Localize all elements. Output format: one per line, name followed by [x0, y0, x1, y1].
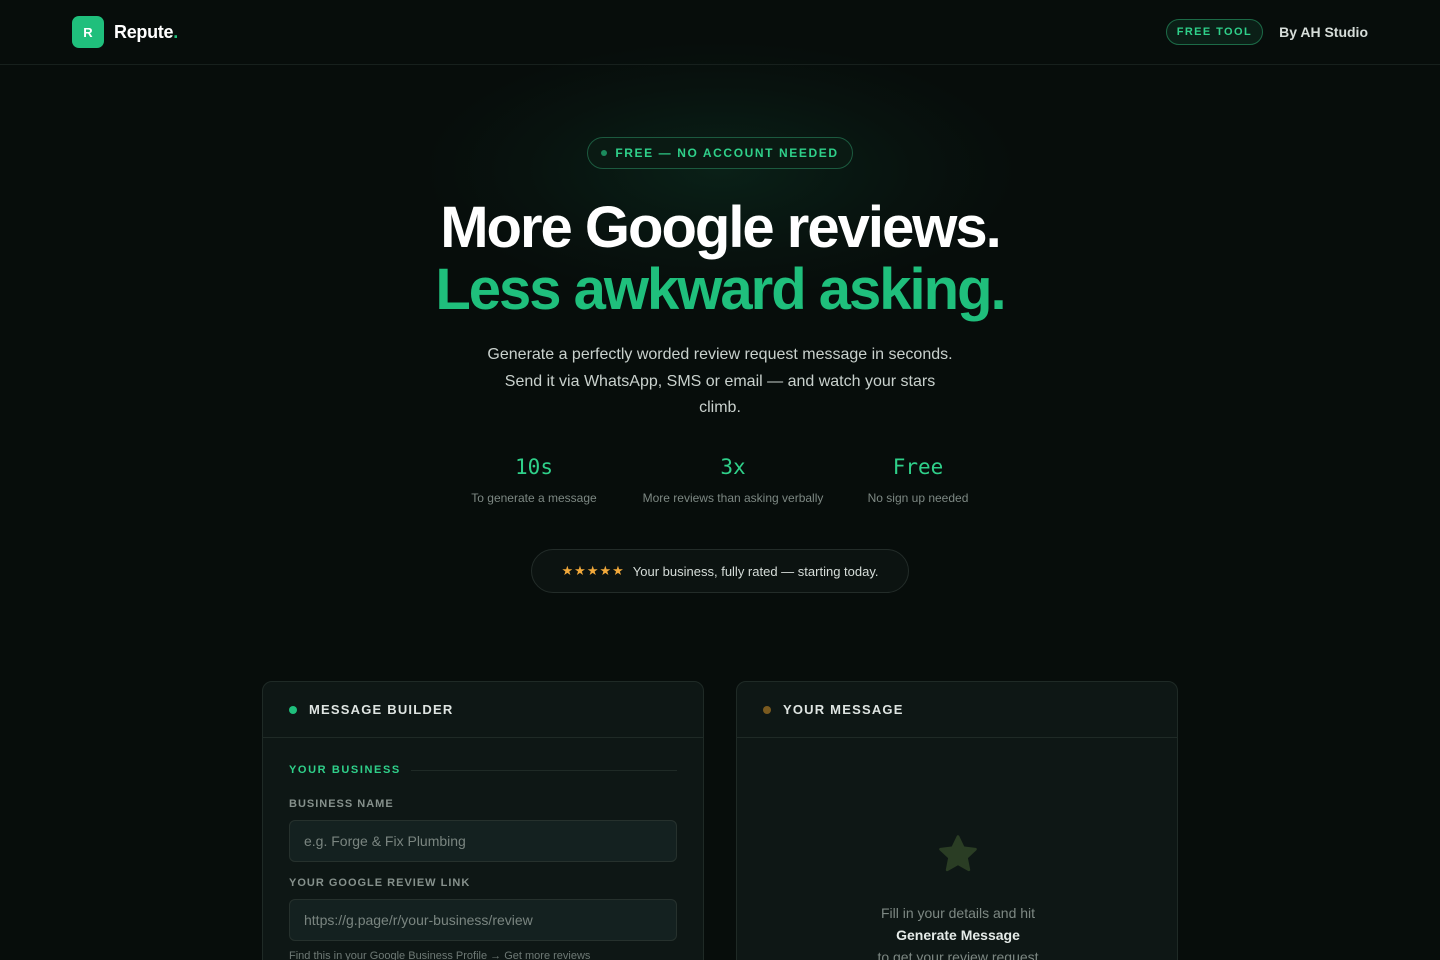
- hero-subtitle-line2: Send it via WhatsApp, SMS or email — and…: [504, 372, 936, 390]
- nav-right: FREE TOOL By AH Studio: [1165, 19, 1368, 45]
- brand[interactable]: R Repute.: [72, 16, 178, 48]
- hero-title-line1: More Google reviews.: [440, 195, 1002, 260]
- empty-state: Fill in your details and hit Generate Me…: [737, 832, 1177, 960]
- star-icon: [939, 835, 977, 872]
- card-header: YOUR MESSAGE: [737, 682, 1177, 738]
- status-dot-icon: [289, 705, 297, 714]
- empty-line1: Fill in your details and hit: [880, 905, 1036, 921]
- badge-dot-icon: [601, 150, 608, 156]
- brand-name: Repute.: [114, 22, 178, 43]
- rating-pill: ★★★★★ Your business, fully rated — start…: [531, 549, 909, 593]
- free-tool-badge: FREE TOOL: [1165, 19, 1264, 45]
- section-title-text: YOUR BUSINESS: [289, 764, 401, 776]
- stat-multiplier: 3x More reviews than asking verbally: [636, 455, 830, 505]
- top-nav: R Repute. FREE TOOL By AH Studio: [0, 0, 1440, 65]
- your-message-card: YOUR MESSAGE Fill in your details and hi…: [736, 681, 1178, 960]
- stat-value: Free: [892, 455, 944, 479]
- hero-title-line2: Less awkward asking.: [435, 257, 1006, 322]
- rating-text: Your business, fully rated — starting to…: [632, 563, 879, 579]
- stat-price: Free No sign up needed: [862, 455, 974, 505]
- stat-label: More reviews than asking verbally: [642, 491, 824, 505]
- by-studio-link[interactable]: By AH Studio: [1279, 24, 1368, 40]
- stat-value: 10s: [515, 455, 553, 479]
- section-divider: [410, 769, 677, 771]
- review-link-input[interactable]: [289, 899, 677, 941]
- stat-label: No sign up needed: [867, 491, 969, 505]
- brand-text: Repute: [114, 21, 174, 42]
- hero-subtitle: Generate a perfectly worded review reque…: [470, 342, 970, 422]
- hero-badge-text: FREE — NO ACCOUNT NEEDED: [615, 146, 839, 160]
- stat-label: To generate a message: [471, 491, 597, 505]
- empty-line2: Generate Message: [896, 927, 1020, 943]
- hero-badge: FREE — NO ACCOUNT NEEDED: [587, 137, 853, 169]
- hero-subtitle-line1: Generate a perfectly worded review reque…: [487, 346, 953, 363]
- status-dot-icon: [763, 705, 771, 714]
- brand-dot: .: [173, 21, 178, 42]
- empty-line3: to get your review request: [877, 949, 1039, 960]
- card-title: MESSAGE BUILDER: [309, 702, 454, 717]
- card-header: MESSAGE BUILDER: [263, 682, 703, 738]
- section-heading: YOUR BUSINESS: [289, 764, 677, 776]
- stat-speed: 10s To generate a message: [468, 455, 600, 505]
- message-builder-card: MESSAGE BUILDER YOUR BUSINESS BUSINESS N…: [262, 681, 704, 960]
- review-link-label: YOUR GOOGLE REVIEW LINK: [289, 877, 471, 889]
- review-link-hint: Find this in your Google Business Profil…: [289, 950, 591, 960]
- card-title: YOUR MESSAGE: [783, 702, 904, 717]
- business-name-label: BUSINESS NAME: [289, 798, 394, 810]
- hero-subtitle-line3: climb.: [699, 399, 741, 416]
- logo-icon: R: [72, 16, 104, 48]
- five-stars-icon: ★★★★★: [561, 563, 625, 578]
- stat-value: 3x: [720, 455, 746, 479]
- business-name-input[interactable]: [289, 820, 677, 862]
- empty-state-text: Fill in your details and hit Generate Me…: [737, 902, 1177, 960]
